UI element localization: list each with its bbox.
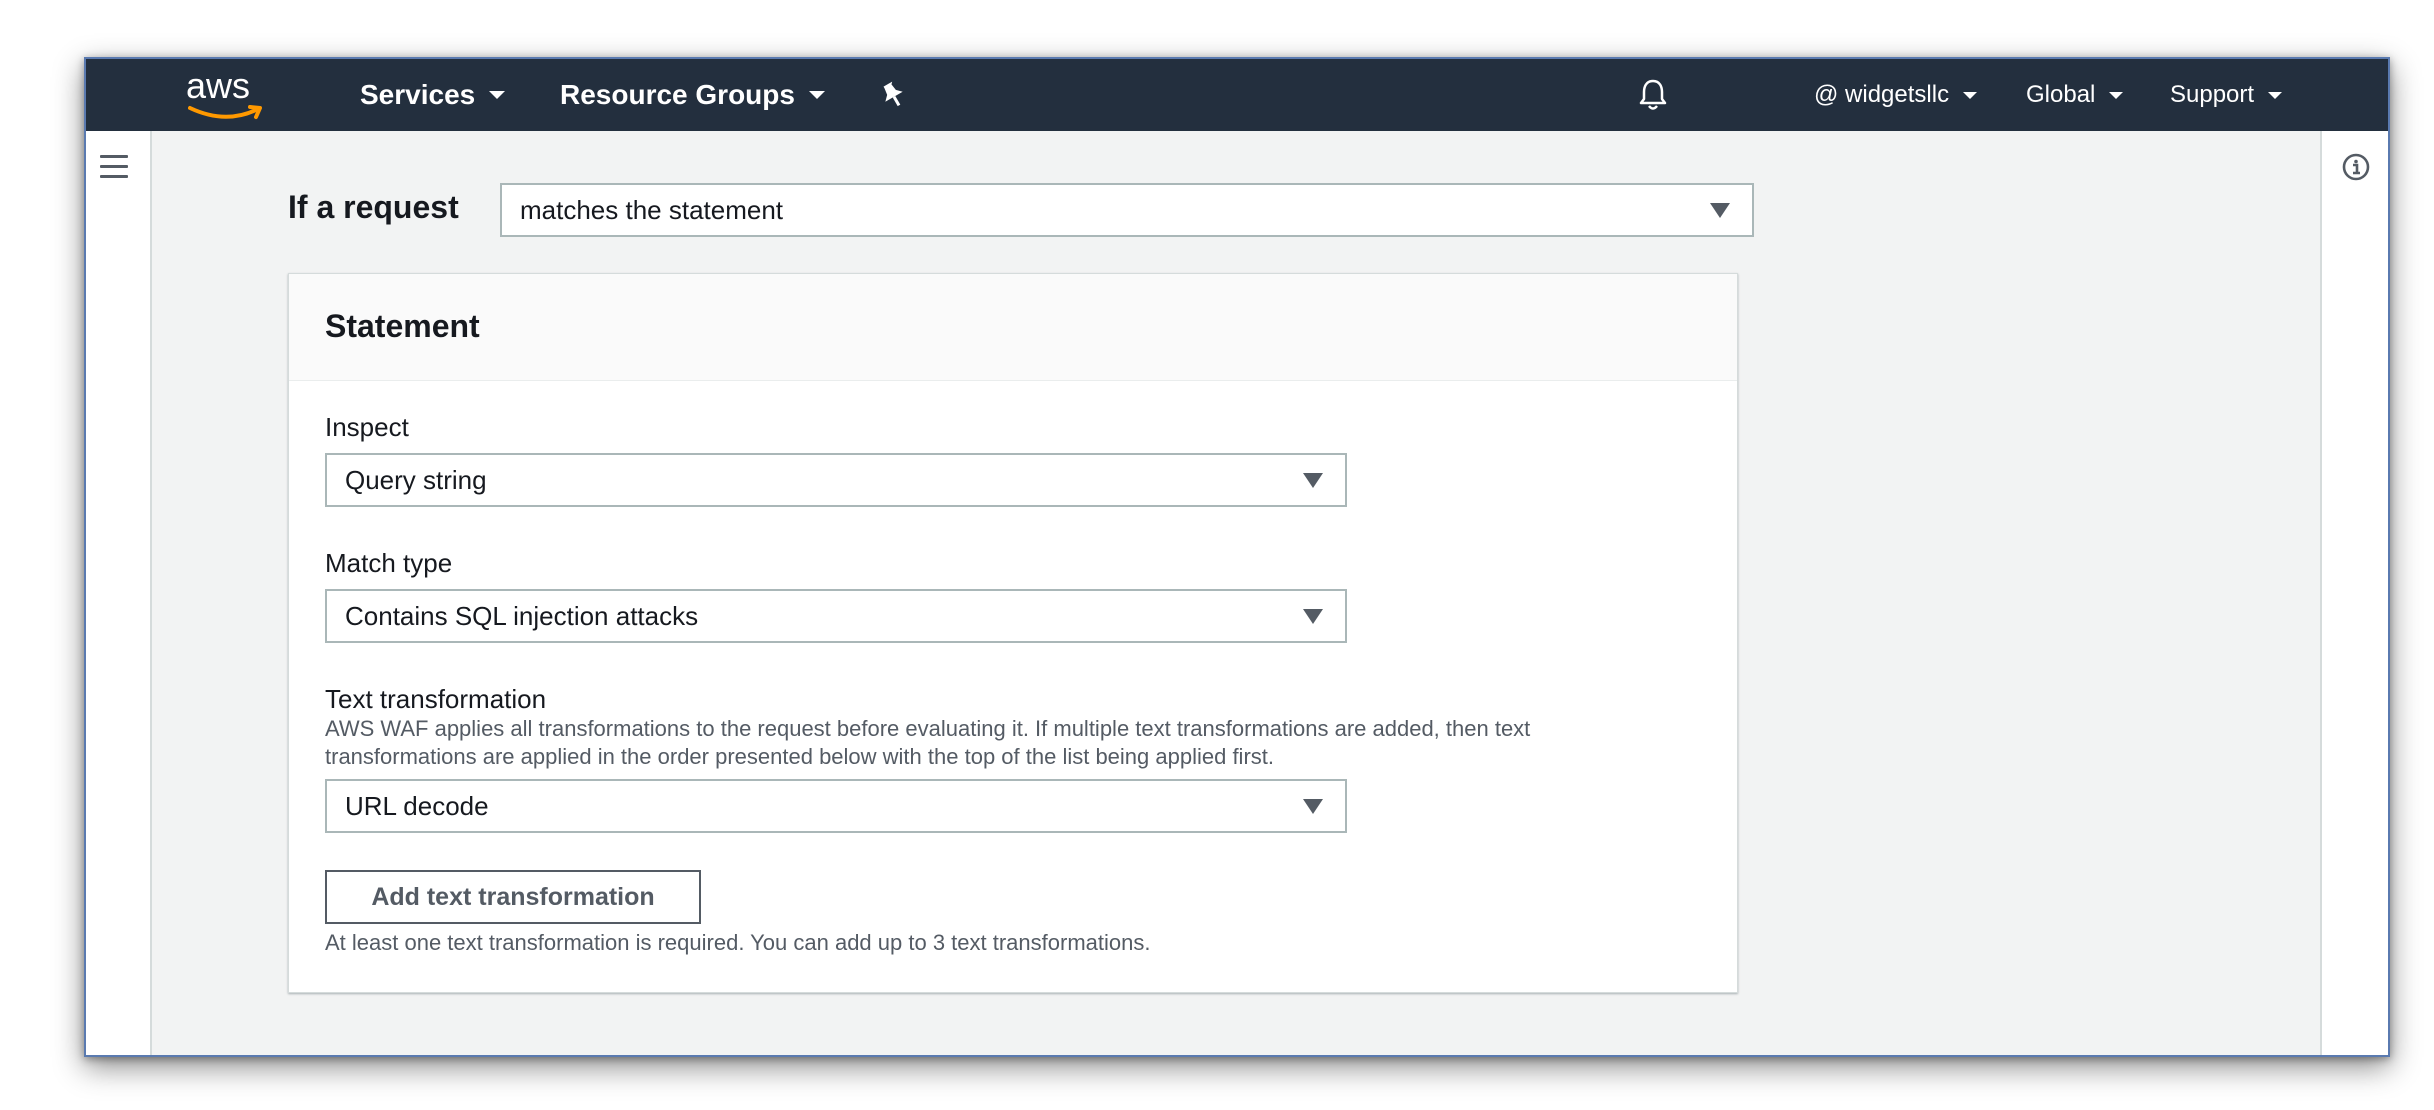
match-type-select[interactable]: Contains SQL injection attacks bbox=[325, 589, 1347, 643]
inspect-value: Query string bbox=[345, 464, 487, 495]
dropdown-triangle-icon bbox=[1303, 473, 1323, 488]
support-label: Support bbox=[2170, 81, 2255, 108]
account-label: @ widgetsllc bbox=[1814, 81, 1950, 108]
aws-logo[interactable]: aws bbox=[186, 65, 266, 121]
statement-panel: Statement Inspect Query string Match typ… bbox=[288, 273, 1738, 993]
text-transformation-value: URL decode bbox=[345, 790, 489, 821]
resource-groups-menu[interactable]: Resource Groups bbox=[560, 59, 825, 131]
text-transformation-hint: At least one text transformation is requ… bbox=[325, 930, 1151, 955]
main-content: If a request matches the statement State… bbox=[152, 131, 2320, 1055]
inspect-select[interactable]: Query string bbox=[325, 453, 1347, 507]
text-transformation-label: Text transformation bbox=[325, 684, 547, 714]
bell-icon[interactable] bbox=[1638, 59, 1668, 131]
caret-down-icon bbox=[1963, 91, 1978, 99]
aws-smile-icon bbox=[188, 105, 262, 119]
aws-logo-text: aws bbox=[186, 65, 251, 106]
top-navigation-bar: aws Services Resource Groups @ widgetsll… bbox=[86, 59, 2388, 131]
inspect-label: Inspect bbox=[325, 412, 409, 442]
pin-icon[interactable] bbox=[880, 59, 906, 131]
if-request-label: If a request bbox=[288, 189, 459, 225]
statement-panel-header: Statement bbox=[289, 274, 1737, 381]
left-side-panel bbox=[86, 131, 152, 1055]
text-transformation-select[interactable]: URL decode bbox=[325, 779, 1347, 833]
statement-title: Statement bbox=[325, 308, 480, 344]
account-menu[interactable]: @ widgetsllc bbox=[1814, 59, 1978, 131]
add-text-transformation-button[interactable]: Add text transformation bbox=[325, 870, 701, 924]
resource-groups-label: Resource Groups bbox=[560, 79, 795, 110]
services-menu[interactable]: Services bbox=[360, 59, 506, 131]
dropdown-triangle-icon bbox=[1303, 609, 1323, 624]
region-menu[interactable]: Global bbox=[2026, 59, 2124, 131]
text-transformation-description: AWS WAF applies all transformations to t… bbox=[325, 716, 1531, 769]
caret-down-icon bbox=[2109, 91, 2124, 99]
browser-window: aws Services Resource Groups @ widgetsll… bbox=[84, 57, 2390, 1057]
dropdown-triangle-icon bbox=[1303, 799, 1323, 814]
right-side-panel bbox=[2320, 131, 2388, 1055]
rule-condition-select[interactable]: matches the statement bbox=[500, 183, 1754, 237]
caret-down-icon bbox=[489, 91, 506, 99]
dropdown-triangle-icon bbox=[1710, 203, 1730, 218]
support-menu[interactable]: Support bbox=[2170, 59, 2283, 131]
match-type-label: Match type bbox=[325, 548, 453, 578]
match-type-value: Contains SQL injection attacks bbox=[345, 600, 699, 631]
services-label: Services bbox=[360, 79, 476, 110]
region-label: Global bbox=[2026, 81, 2096, 108]
rule-condition-value: matches the statement bbox=[520, 194, 784, 225]
caret-down-icon bbox=[808, 91, 825, 99]
caret-down-icon bbox=[2268, 91, 2283, 99]
hamburger-icon[interactable] bbox=[100, 155, 128, 178]
info-icon[interactable] bbox=[2342, 153, 2370, 181]
